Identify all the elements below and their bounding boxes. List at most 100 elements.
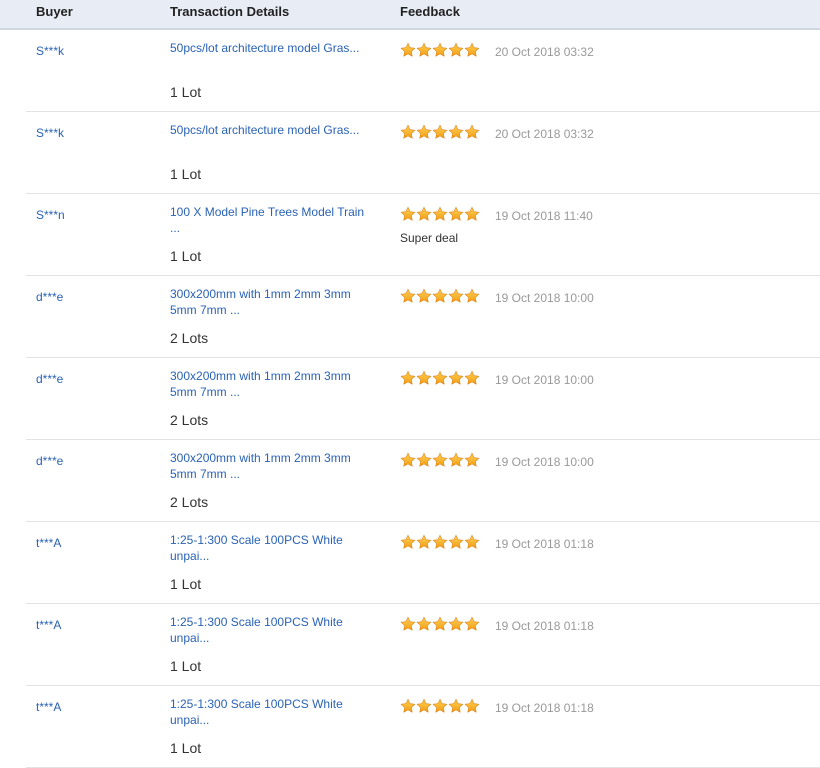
buyer-link[interactable]: t***A <box>36 700 61 714</box>
product-link[interactable]: 300x200mm with 1mm 2mm 3mm 5mm 7mm ... <box>170 368 370 400</box>
feedback-date: 19 Oct 2018 10:00 <box>495 455 594 469</box>
feedback-date: 19 Oct 2018 01:18 <box>495 701 594 715</box>
star-rating <box>400 452 480 470</box>
product-title-line1: 100 X Model Pine Trees Model Train <box>170 205 365 219</box>
star-icon <box>400 452 416 468</box>
product-link[interactable]: 300x200mm with 1mm 2mm 3mm 5mm 7mm ... <box>170 450 370 482</box>
star-icon <box>448 288 464 304</box>
star-icon <box>400 370 416 386</box>
star-rating <box>400 370 480 388</box>
buyer-link[interactable]: S***k <box>36 44 64 58</box>
feedback-table: Buyer Transaction Details Feedback S***k… <box>0 0 820 768</box>
product-title-line2: unpai... <box>170 549 210 563</box>
quantity: 1 Lot <box>170 576 202 592</box>
table-header: Buyer Transaction Details Feedback <box>0 0 820 30</box>
buyer-link[interactable]: d***e <box>36 454 63 468</box>
star-icon <box>400 42 416 58</box>
star-icon <box>400 124 416 140</box>
product-link[interactable]: 100 X Model Pine Trees Model Train... <box>170 204 370 236</box>
quantity: 1 Lot <box>170 740 202 756</box>
buyer-link[interactable]: t***A <box>36 536 61 550</box>
quantity: 1 Lot <box>170 166 202 182</box>
table-row: S***k 50pcs/lot architecture model Gras..… <box>26 112 820 194</box>
product-title-line1: 300x200mm with 1mm 2mm 3mm <box>170 287 351 301</box>
buyer-link[interactable]: S***k <box>36 126 64 140</box>
feedback-date: 20 Oct 2018 03:32 <box>495 127 594 141</box>
product-title-line1: 300x200mm with 1mm 2mm 3mm <box>170 451 351 465</box>
feedback-date: 20 Oct 2018 03:32 <box>495 45 594 59</box>
quantity: 1 Lot <box>170 658 202 674</box>
star-icon <box>464 288 480 304</box>
quantity: 1 Lot <box>170 84 202 100</box>
quantity: 1 Lot <box>170 248 202 264</box>
feedback-date: 19 Oct 2018 11:40 <box>495 209 593 223</box>
feedback-date: 19 Oct 2018 10:00 <box>495 373 594 387</box>
buyer-link[interactable]: d***e <box>36 290 63 304</box>
product-title-line2: 5mm 7mm ... <box>170 467 241 481</box>
star-icon <box>432 452 448 468</box>
star-icon <box>432 534 448 550</box>
buyer-link[interactable]: d***e <box>36 372 63 386</box>
star-icon <box>400 534 416 550</box>
star-icon <box>432 206 448 222</box>
product-link[interactable]: 300x200mm with 1mm 2mm 3mm 5mm 7mm ... <box>170 286 370 318</box>
star-icon <box>416 206 432 222</box>
quantity: 2 Lots <box>170 330 209 346</box>
quantity: 2 Lots <box>170 412 209 428</box>
star-icon <box>464 370 480 386</box>
star-rating <box>400 288 480 306</box>
table-row: d***e 300x200mm with 1mm 2mm 3mm 5mm 7mm .… <box>26 276 820 358</box>
table-row: d***e 300x200mm with 1mm 2mm 3mm 5mm 7mm .… <box>26 358 820 440</box>
star-icon <box>448 452 464 468</box>
product-link[interactable]: 50pcs/lot architecture model Gras... <box>170 122 370 138</box>
star-icon <box>448 206 464 222</box>
table-row: t***A 1:25-1:300 Scale 100PCS White unpai.… <box>26 604 820 686</box>
header-transaction-details: Transaction Details <box>170 4 290 19</box>
star-icon <box>432 698 448 714</box>
star-icon <box>448 124 464 140</box>
star-icon <box>464 698 480 714</box>
star-icon <box>432 370 448 386</box>
star-icon <box>448 698 464 714</box>
product-title-line1: 300x200mm with 1mm 2mm 3mm <box>170 369 351 383</box>
star-icon <box>432 124 448 140</box>
star-rating <box>400 124 480 142</box>
star-icon <box>416 534 432 550</box>
feedback-date: 19 Oct 2018 01:18 <box>495 537 594 551</box>
table-row: t***A 1:25-1:300 Scale 100PCS White unpai.… <box>26 686 820 768</box>
feedback-date: 19 Oct 2018 01:18 <box>495 619 594 633</box>
header-buyer: Buyer <box>36 4 73 19</box>
star-icon <box>400 288 416 304</box>
star-icon <box>464 42 480 58</box>
product-link[interactable]: 1:25-1:300 Scale 100PCS White unpai... <box>170 532 370 564</box>
star-icon <box>416 370 432 386</box>
star-icon <box>416 124 432 140</box>
buyer-link[interactable]: S***n <box>36 208 65 222</box>
product-title-line1: 1:25-1:300 Scale 100PCS White <box>170 697 343 711</box>
star-rating <box>400 534 480 552</box>
product-title-line1: 1:25-1:300 Scale 100PCS White <box>170 533 343 547</box>
star-icon <box>400 206 416 222</box>
product-link[interactable]: 1:25-1:300 Scale 100PCS White unpai... <box>170 614 370 646</box>
star-icon <box>416 698 432 714</box>
star-icon <box>432 42 448 58</box>
star-icon <box>464 206 480 222</box>
star-icon <box>448 616 464 632</box>
buyer-link[interactable]: t***A <box>36 618 61 632</box>
star-icon <box>448 42 464 58</box>
product-link[interactable]: 50pcs/lot architecture model Gras... <box>170 40 370 56</box>
star-icon <box>432 288 448 304</box>
star-icon <box>400 616 416 632</box>
table-row: S***k 50pcs/lot architecture model Gras..… <box>26 30 820 112</box>
star-icon <box>416 288 432 304</box>
star-icon <box>400 698 416 714</box>
star-icon <box>464 534 480 550</box>
product-title-line2: unpai... <box>170 713 210 727</box>
product-title-line1: 50pcs/lot architecture model Gras... <box>170 123 360 137</box>
star-icon <box>448 370 464 386</box>
product-link[interactable]: 1:25-1:300 Scale 100PCS White unpai... <box>170 696 370 728</box>
product-title-line1: 50pcs/lot architecture model Gras... <box>170 41 360 55</box>
star-icon <box>416 42 432 58</box>
table-row: S***n 100 X Model Pine Trees Model Train.… <box>26 194 820 276</box>
product-title-line2: ... <box>170 221 181 235</box>
